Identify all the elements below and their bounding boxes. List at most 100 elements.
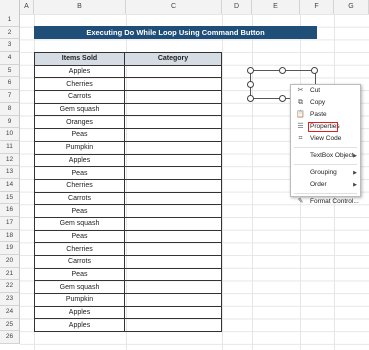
col-header-d[interactable]: D	[222, 0, 252, 14]
category-cell[interactable]	[124, 140, 222, 155]
category-cell[interactable]	[124, 216, 222, 231]
menu-item-copy[interactable]: ⧉ Copy	[291, 97, 360, 109]
category-cell[interactable]	[124, 153, 222, 168]
table-row: Gem squash	[34, 216, 222, 231]
row-header[interactable]: 19	[0, 242, 20, 256]
item-cell[interactable]: Cherries	[34, 178, 125, 193]
table-row: Oranges	[34, 115, 222, 130]
row-header[interactable]: 7	[0, 90, 20, 103]
item-cell[interactable]: Peas	[34, 204, 125, 218]
col-header-c[interactable]: C	[126, 0, 222, 14]
menu-separator	[294, 147, 357, 148]
category-cell[interactable]	[124, 305, 222, 320]
select-all-corner[interactable]	[0, 0, 20, 14]
menu-item-format-control[interactable]: ✎ Format Control...	[291, 196, 360, 208]
menu-item-textbox-object[interactable]: TextBox Object ▶	[291, 150, 360, 162]
item-cell[interactable]: Oranges	[34, 115, 125, 130]
col-header-f[interactable]: F	[300, 0, 334, 14]
category-cell[interactable]	[124, 229, 222, 244]
row-header[interactable]: 3	[0, 39, 20, 53]
row-header[interactable]: 4	[0, 52, 20, 65]
item-cell[interactable]: Apples	[34, 153, 125, 168]
category-cell[interactable]	[124, 280, 222, 295]
item-cell[interactable]: Peas	[34, 229, 125, 244]
menu-item-grouping[interactable]: Grouping ▶	[291, 167, 360, 179]
item-cell[interactable]: Gem squash	[34, 280, 125, 295]
item-cell[interactable]: Peas	[34, 128, 125, 142]
row-header[interactable]: 9	[0, 115, 20, 129]
sheet-title[interactable]: Executing Do While Loop Using Command Bu…	[34, 26, 317, 39]
menu-item-label: Properties	[308, 122, 340, 132]
category-cell[interactable]	[124, 267, 222, 282]
row-header[interactable]: 22	[0, 280, 20, 294]
resize-handle[interactable]	[247, 95, 254, 102]
col-header-e[interactable]: E	[252, 0, 300, 14]
category-cell[interactable]	[124, 242, 222, 256]
category-cell[interactable]	[124, 255, 222, 269]
item-cell[interactable]: Apples	[34, 318, 125, 333]
col-header-a[interactable]: A	[20, 0, 34, 14]
row-header[interactable]: 18	[0, 229, 20, 243]
category-cell[interactable]	[124, 102, 222, 117]
category-cell[interactable]	[124, 204, 222, 218]
item-cell[interactable]: Peas	[34, 166, 125, 180]
resize-handle[interactable]	[311, 67, 318, 74]
category-cell[interactable]	[124, 293, 222, 307]
row-header[interactable]: 2	[0, 26, 20, 40]
menu-item-cut[interactable]: ✂ Cut	[291, 85, 360, 97]
resize-handle[interactable]	[279, 95, 286, 102]
row-header[interactable]: 24	[0, 305, 20, 319]
resize-handle[interactable]	[279, 67, 286, 74]
row-header[interactable]: 17	[0, 217, 20, 230]
items-sold-header[interactable]: Items Sold	[34, 52, 125, 66]
category-cell[interactable]	[124, 166, 222, 180]
copy-icon: ⧉	[298, 99, 303, 106]
row-header[interactable]: 21	[0, 267, 20, 281]
row-header[interactable]: 5	[0, 64, 20, 78]
row-header[interactable]: 6	[0, 77, 20, 91]
row-header[interactable]: 23	[0, 293, 20, 306]
item-cell[interactable]: Apples	[34, 305, 125, 320]
item-cell[interactable]: Carrots	[34, 191, 125, 206]
item-cell[interactable]: Carrots	[34, 255, 125, 269]
row-header[interactable]: 8	[0, 102, 20, 116]
item-cell[interactable]: Pumpkin	[34, 140, 125, 155]
row-header[interactable]: 14	[0, 178, 20, 192]
category-cell[interactable]	[124, 77, 222, 92]
item-cell[interactable]: Carrots	[34, 90, 125, 104]
item-cell[interactable]: Gem squash	[34, 102, 125, 117]
category-cell[interactable]	[124, 90, 222, 104]
table-row: Peas	[34, 166, 222, 180]
item-cell[interactable]: Cherries	[34, 242, 125, 256]
item-cell[interactable]: Pumpkin	[34, 293, 125, 307]
row-header[interactable]: 26	[0, 331, 20, 344]
category-cell[interactable]	[124, 64, 222, 79]
category-cell[interactable]	[124, 318, 222, 333]
col-header-g[interactable]: G	[334, 0, 369, 14]
row-header[interactable]: 20	[0, 255, 20, 268]
menu-item-view-code[interactable]: ⌗ View Code	[291, 133, 360, 145]
resize-handle[interactable]	[247, 81, 254, 88]
category-cell[interactable]	[124, 178, 222, 193]
menu-item-paste[interactable]: 📋 Paste	[291, 109, 360, 121]
category-cell[interactable]	[124, 115, 222, 130]
row-header[interactable]: 1	[0, 14, 20, 27]
row-header[interactable]: 16	[0, 204, 20, 217]
row-header[interactable]: 15	[0, 191, 20, 205]
col-header-b[interactable]: B	[34, 0, 126, 14]
category-cell[interactable]	[124, 191, 222, 206]
category-header[interactable]: Category	[124, 52, 222, 66]
row-header[interactable]: 12	[0, 153, 20, 167]
row-header[interactable]: 13	[0, 166, 20, 179]
row-header[interactable]: 25	[0, 318, 20, 332]
item-cell[interactable]: Peas	[34, 267, 125, 282]
menu-item-properties[interactable]: ☰ Properties	[291, 121, 360, 133]
item-cell[interactable]: Gem squash	[34, 216, 125, 231]
menu-item-order[interactable]: Order ▶	[291, 179, 360, 191]
row-header[interactable]: 11	[0, 140, 20, 154]
row-header[interactable]: 10	[0, 128, 20, 141]
item-cell[interactable]: Cherries	[34, 77, 125, 92]
resize-handle[interactable]	[247, 67, 254, 74]
category-cell[interactable]	[124, 128, 222, 142]
item-cell[interactable]: Apples	[34, 64, 125, 79]
